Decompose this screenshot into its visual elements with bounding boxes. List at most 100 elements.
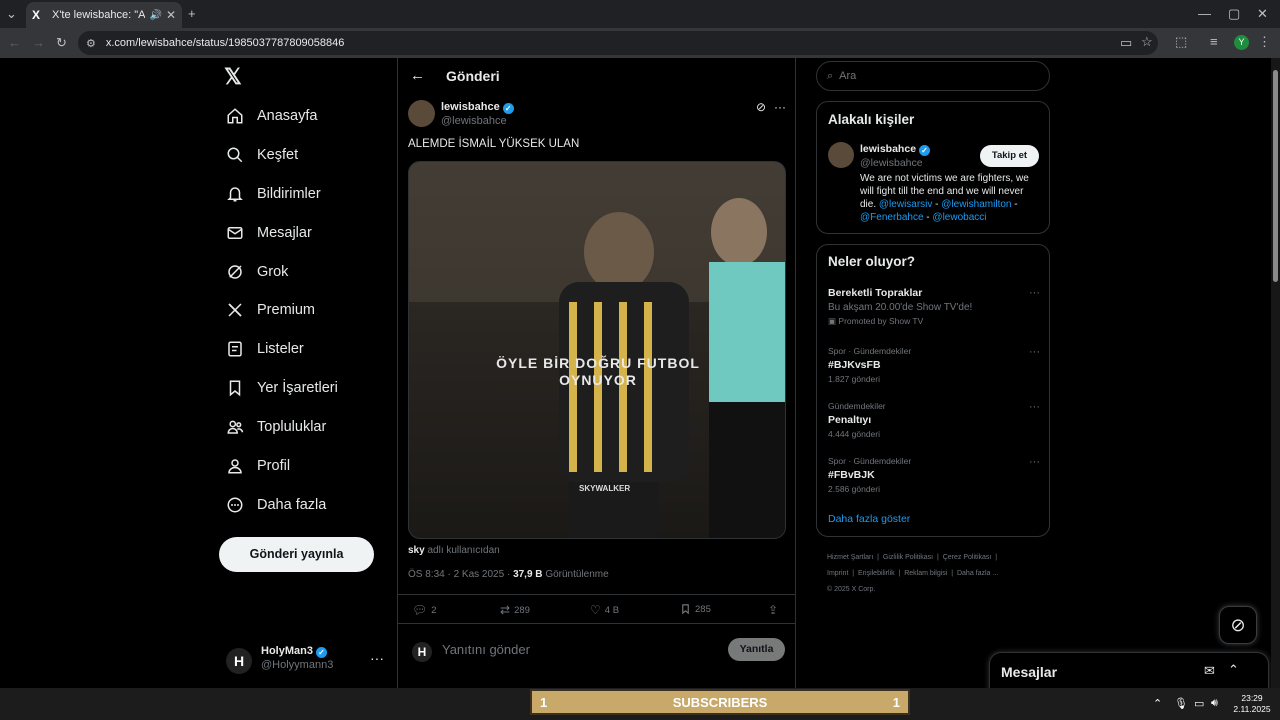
grok-fab-icon[interactable]: ⊘ — [1219, 606, 1257, 644]
more-dots-icon[interactable]: ··· — [370, 650, 384, 666]
nav-premium[interactable]: Premium — [226, 298, 315, 322]
new-message-icon[interactable]: ✉ — [1204, 663, 1215, 679]
scrollbar-thumb[interactable] — [1273, 70, 1278, 282]
footer-link[interactable]: Çerez Politikası — [943, 554, 992, 561]
maximize-icon[interactable]: ▢ — [1228, 7, 1240, 21]
back-icon[interactable]: ← — [8, 36, 21, 50]
people-icon — [227, 420, 244, 434]
browser-tab[interactable]: X X'te lewisbahce: "ALEMDE İ 🔊 ✕ — [26, 2, 182, 28]
bio-link[interactable]: @lewishamilton — [941, 199, 1011, 210]
clock-date: 2.11.2025 — [1233, 704, 1271, 714]
menu-icon[interactable]: ⋮ — [1258, 35, 1271, 49]
footer-link[interactable]: Reklam bilgisi — [904, 570, 947, 577]
author-handle[interactable]: @lewisbahce — [441, 115, 507, 127]
tray-chevron-icon[interactable]: ⌃ — [1153, 697, 1162, 710]
nav-explore[interactable]: Keşfet — [226, 143, 298, 167]
footer-link[interactable]: Erişilebilirlik — [858, 570, 895, 577]
mic-icon[interactable]: 🎙︎ — [1174, 697, 1188, 710]
trend-title: Bereketli Topraklar — [828, 287, 923, 299]
star-icon[interactable]: ☆ — [1141, 35, 1153, 49]
repost-count: 289 — [514, 604, 530, 616]
share-action[interactable]: ⇪ — [768, 603, 778, 617]
speaker-icon[interactable]: 🔊 — [149, 10, 161, 21]
nav-bookmarks[interactable]: Yer İşaretleri — [226, 376, 338, 400]
nav-home[interactable]: Anasayfa — [226, 104, 317, 128]
author-name-row[interactable]: lewisbahce ✓ — [441, 101, 514, 114]
nav-profile[interactable]: Profil — [226, 454, 290, 478]
page-scrollbar[interactable] — [1271, 58, 1280, 688]
tab-search-icon[interactable]: ⌄ — [6, 7, 17, 21]
subscribers-overlay: 1 SUBSCRIBERS 1 — [530, 689, 910, 715]
reply-action[interactable]: 💬︎ 2 — [412, 603, 437, 617]
source-user[interactable]: sky — [408, 545, 425, 556]
minimize-icon[interactable]: — — [1198, 7, 1211, 21]
bio-link[interactable]: @Fenerbahce — [860, 212, 924, 223]
footer-link[interactable]: Gizlilik Politikası — [883, 554, 933, 561]
back-arrow-icon[interactable]: ← — [410, 67, 425, 84]
grok-icon — [228, 265, 242, 279]
messages-dock[interactable]: Mesajlar ✉ ⌃ — [989, 652, 1269, 692]
forward-icon[interactable]: → — [32, 36, 45, 50]
nav-messages[interactable]: Mesajlar — [226, 221, 312, 245]
bio-link[interactable]: @lewobacci — [932, 212, 986, 223]
footer-link[interactable]: Hizmet Şartları — [827, 554, 873, 561]
nav-lists[interactable]: Listeler — [226, 337, 304, 361]
avatar[interactable] — [828, 142, 854, 168]
profile-avatar[interactable]: Y — [1234, 35, 1249, 50]
reply-icon: 💬︎ — [412, 603, 428, 617]
bio-link[interactable]: @lewisarsiv — [879, 199, 933, 210]
repost-action[interactable]: ⇄ 289 — [500, 603, 530, 617]
trend-item[interactable]: Gündemdekiler Penaltıyı 4.444 gönderi ··… — [828, 401, 1040, 439]
search-placeholder: Ara — [839, 70, 857, 82]
footer-link[interactable]: Imprint — [827, 570, 848, 577]
more-dots-icon[interactable]: ··· — [1029, 346, 1040, 358]
show-more-link[interactable]: Daha fazla göster — [828, 513, 910, 525]
related-handle[interactable]: @lewisbahce — [860, 157, 923, 169]
cast-icon[interactable]: ▭ — [1120, 36, 1132, 50]
account-name: HolyMan3 — [261, 645, 313, 657]
trend-item[interactable]: Spor · Gündemdekiler #FBvBJK 2.586 gönde… — [828, 456, 1040, 494]
reply-button[interactable]: Yanıtla — [728, 638, 785, 661]
more-dots-icon[interactable]: ··· — [1029, 456, 1040, 468]
expand-icon[interactable]: ⌃ — [1228, 662, 1239, 678]
x-logo-icon[interactable]: 𝕏 — [224, 64, 242, 90]
follow-button[interactable]: Takip et — [980, 145, 1039, 167]
reload-icon[interactable]: ↻ — [56, 36, 67, 50]
extensions-icon[interactable]: ⬚ — [1175, 35, 1187, 49]
more-dots-icon[interactable]: ··· — [1029, 287, 1040, 299]
grok-explain-icon[interactable]: ⊘ — [756, 100, 766, 114]
more-dots-icon[interactable]: ··· — [1029, 401, 1040, 413]
video-caption: ÖYLE BİR DOĞRU FUTBOL OYNUYOR — [409, 355, 785, 389]
bookmark-action[interactable]: 285 — [680, 603, 711, 615]
site-info-icon[interactable]: ⚙ — [86, 37, 96, 50]
post-video[interactable]: ÖYLE BİR DOĞRU FUTBOL OYNUYOR SKYWALKER — [408, 161, 786, 539]
more-dots-icon[interactable]: ··· — [774, 100, 786, 114]
dock-title: Mesajlar — [1001, 664, 1058, 680]
trend-item[interactable]: Bereketli Topraklar Bu akşam 20.00'de Sh… — [828, 287, 1040, 327]
footer-link[interactable]: Daha fazla ... — [957, 570, 998, 577]
network-icon[interactable]: ▭ — [1194, 697, 1204, 710]
post-button[interactable]: Gönderi yayınla — [219, 537, 374, 572]
like-action[interactable]: ♡ 4 B — [590, 603, 619, 617]
post-timestamp[interactable]: ÖS 8:34 · 2 Kas 2025 · — [408, 569, 510, 580]
nav-label: Listeler — [257, 341, 304, 357]
nav-communities[interactable]: Topluluklar — [226, 415, 326, 439]
search-input[interactable]: ⌕ Ara — [816, 61, 1050, 91]
reply-input[interactable]: Yanıtını gönder — [442, 642, 530, 657]
nav-grok[interactable]: Grok — [226, 260, 288, 284]
media-icon[interactable]: ≡ — [1210, 35, 1218, 49]
related-name-row[interactable]: lewisbahce ✓ — [860, 143, 931, 156]
clock[interactable]: 23:29 2.11.2025 — [1230, 693, 1274, 715]
new-tab-icon[interactable]: + — [188, 7, 196, 21]
author-avatar[interactable] — [408, 100, 435, 127]
nav-more[interactable]: Daha fazla — [226, 493, 326, 517]
nav-label: Topluluklar — [257, 419, 327, 435]
clock-time: 23:29 — [1241, 693, 1263, 703]
nav-notifications[interactable]: Bildirimler — [226, 182, 321, 206]
address-bar[interactable]: ⚙ x.com/lewisbahce/status/19850377878090… — [78, 31, 1158, 55]
trend-item[interactable]: Spor · Gündemdekiler #BJKvsFB 1.827 gönd… — [828, 346, 1040, 384]
close-window-icon[interactable]: ✕ — [1257, 7, 1268, 21]
tab-close-icon[interactable]: ✕ — [166, 8, 176, 22]
trend-count: 1.827 gönderi — [828, 374, 880, 384]
volume-icon[interactable]: 🔊︎ — [1211, 697, 1218, 710]
